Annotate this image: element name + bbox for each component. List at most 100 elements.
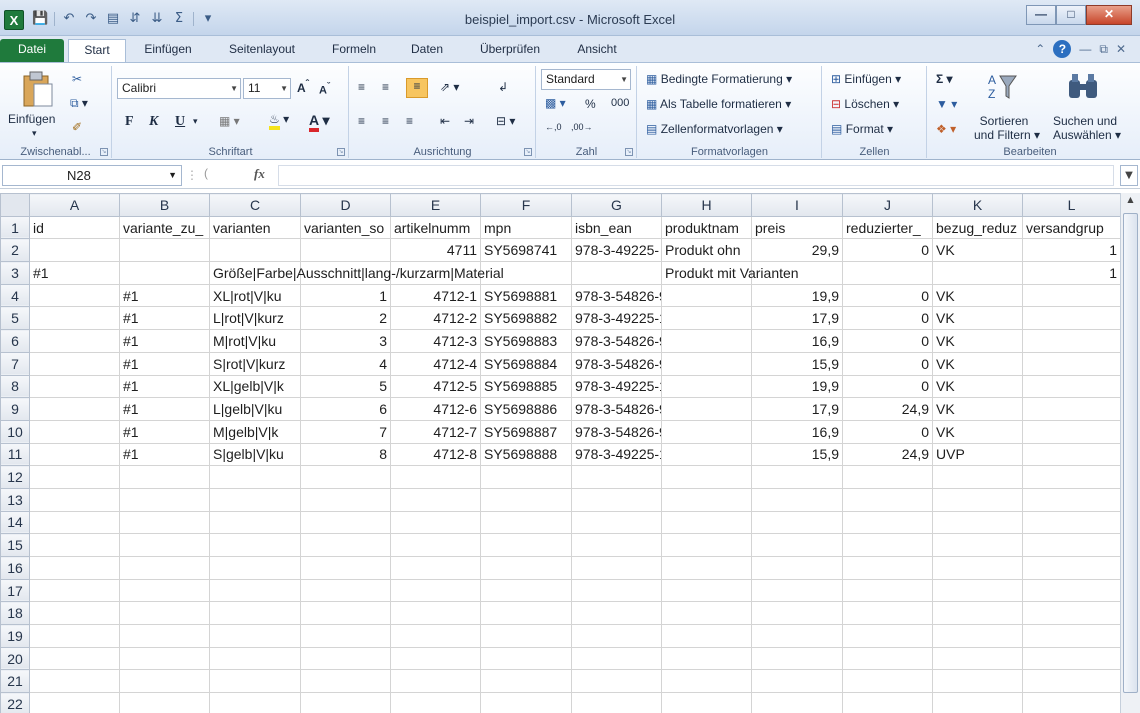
sort-filter-label-2[interactable]: und Filtern ▾ [970, 128, 1044, 142]
cell-a10[interactable] [29, 419, 120, 444]
border-icon[interactable]: ▦ ▾ [219, 114, 240, 128]
tab-file[interactable]: Datei [0, 39, 64, 62]
cell-f19[interactable] [480, 624, 572, 648]
select-all-corner[interactable] [0, 193, 30, 217]
column-header-d[interactable]: D [300, 193, 391, 217]
cell-d5[interactable]: 2 [300, 306, 391, 331]
cell-l12[interactable] [1022, 465, 1121, 489]
insert-function-icon[interactable]: fx [254, 166, 265, 182]
grow-font-icon[interactable]: Aˆ [297, 79, 309, 95]
row-header-20[interactable]: 20 [0, 646, 30, 671]
cell-e1[interactable]: artikelnumm [390, 215, 481, 240]
cell-f8[interactable]: SY5698885 [480, 374, 572, 399]
tab-formulas[interactable]: Formeln [320, 39, 388, 62]
cell-e4[interactable]: 4712-1 [390, 283, 481, 308]
cell-h6[interactable] [661, 329, 752, 353]
cell-c21[interactable] [209, 669, 301, 694]
cell-l5[interactable] [1022, 306, 1121, 331]
column-header-e[interactable]: E [390, 193, 481, 217]
cell-g14[interactable] [571, 510, 662, 535]
align-middle-icon[interactable]: ≡ [382, 80, 389, 94]
cell-j5[interactable]: 0 [842, 306, 933, 331]
clear-icon[interactable]: ❖ ▾ [936, 122, 956, 136]
cell-i8[interactable]: 19,9 [751, 374, 843, 399]
cell-j17[interactable] [842, 578, 933, 603]
underline-button[interactable]: U [175, 114, 185, 130]
cell-e20[interactable] [390, 646, 481, 671]
cell-b13[interactable] [119, 487, 210, 512]
align-right-icon[interactable]: ≡ [406, 114, 413, 128]
cell-e22[interactable] [390, 692, 481, 713]
cell-f18[interactable] [480, 601, 572, 626]
cell-i19[interactable] [751, 624, 843, 648]
cell-h2[interactable]: Produkt ohn [661, 238, 752, 263]
cell-a21[interactable] [29, 669, 120, 694]
cell-k17[interactable] [932, 578, 1023, 603]
tab-review[interactable]: Überprüfen [466, 39, 554, 62]
cell-d22[interactable] [300, 692, 391, 713]
cell-h13[interactable] [661, 487, 752, 512]
cell-k19[interactable] [932, 624, 1023, 648]
cell-h21[interactable] [661, 669, 752, 694]
cell-b1[interactable]: variante_zu_ [119, 215, 210, 240]
wrap-text-icon[interactable]: ↲ [498, 80, 508, 94]
row-header-4[interactable]: 4 [0, 283, 30, 308]
cell-h8[interactable] [661, 374, 752, 399]
copy-icon[interactable]: ⧉ ▾ [70, 96, 88, 111]
cell-a11[interactable] [29, 442, 120, 467]
font-launcher-icon[interactable]: ↘ [337, 148, 345, 156]
cell-f20[interactable] [480, 646, 572, 671]
cell-l22[interactable] [1022, 692, 1121, 713]
cell-g13[interactable] [571, 487, 662, 512]
cell-f10[interactable]: SY5698887 [480, 419, 572, 444]
font-color-icon[interactable]: A ▾ [309, 112, 330, 132]
paste-dropdown-icon[interactable]: ▾ [32, 128, 37, 139]
cell-l9[interactable] [1022, 397, 1121, 421]
cell-d21[interactable] [300, 669, 391, 694]
align-center-icon[interactable]: ≡ [382, 114, 389, 128]
cell-c1[interactable]: varianten [209, 215, 301, 240]
row-header-11[interactable]: 11 [0, 442, 30, 467]
cell-b2[interactable] [119, 238, 210, 263]
percent-button[interactable]: % [585, 97, 596, 111]
cell-j15[interactable] [842, 533, 933, 557]
cell-j20[interactable] [842, 646, 933, 671]
cell-d8[interactable]: 5 [300, 374, 391, 399]
underline-dropdown-icon[interactable]: ▾ [193, 116, 198, 127]
number-launcher-icon[interactable]: ↘ [625, 148, 633, 156]
cell-j19[interactable] [842, 624, 933, 648]
cell-e14[interactable] [390, 510, 481, 535]
cell-b12[interactable] [119, 465, 210, 489]
column-header-i[interactable]: I [751, 193, 843, 217]
cell-b11[interactable]: #1 [119, 442, 210, 467]
cell-e10[interactable]: 4712-7 [390, 419, 481, 444]
cell-e13[interactable] [390, 487, 481, 512]
cell-j8[interactable]: 0 [842, 374, 933, 399]
column-header-l[interactable]: L [1022, 193, 1121, 217]
cell-f17[interactable] [480, 578, 572, 603]
cell-d2[interactable] [300, 238, 391, 263]
cell-d17[interactable] [300, 578, 391, 603]
column-header-c[interactable]: C [209, 193, 301, 217]
align-bottom-icon[interactable]: ≡ [406, 78, 428, 98]
find-select-label-1[interactable]: Suchen und [1048, 114, 1122, 128]
cell-h1[interactable]: produktnam [661, 215, 752, 240]
cell-l21[interactable] [1022, 669, 1121, 694]
cell-l6[interactable] [1022, 329, 1121, 353]
cell-a12[interactable] [29, 465, 120, 489]
cell-f2[interactable]: SY5698741 [480, 238, 572, 263]
cell-d14[interactable] [300, 510, 391, 535]
cell-h3[interactable]: Produkt mit Varianten [661, 261, 799, 285]
row-header-17[interactable]: 17 [0, 578, 30, 603]
cell-h19[interactable] [661, 624, 752, 648]
cell-k11[interactable]: UVP [932, 442, 1023, 467]
cell-k1[interactable]: bezug_reduz [932, 215, 1023, 240]
row-header-21[interactable]: 21 [0, 669, 30, 694]
row-header-12[interactable]: 12 [0, 465, 30, 489]
format-cells-button[interactable]: ▤ Format ▾ [831, 122, 893, 136]
cell-e12[interactable] [390, 465, 481, 489]
shrink-font-icon[interactable]: Aˇ [319, 81, 330, 97]
cell-h12[interactable] [661, 465, 752, 489]
cell-e2[interactable]: 4711 [390, 238, 481, 263]
cell-b21[interactable] [119, 669, 210, 694]
